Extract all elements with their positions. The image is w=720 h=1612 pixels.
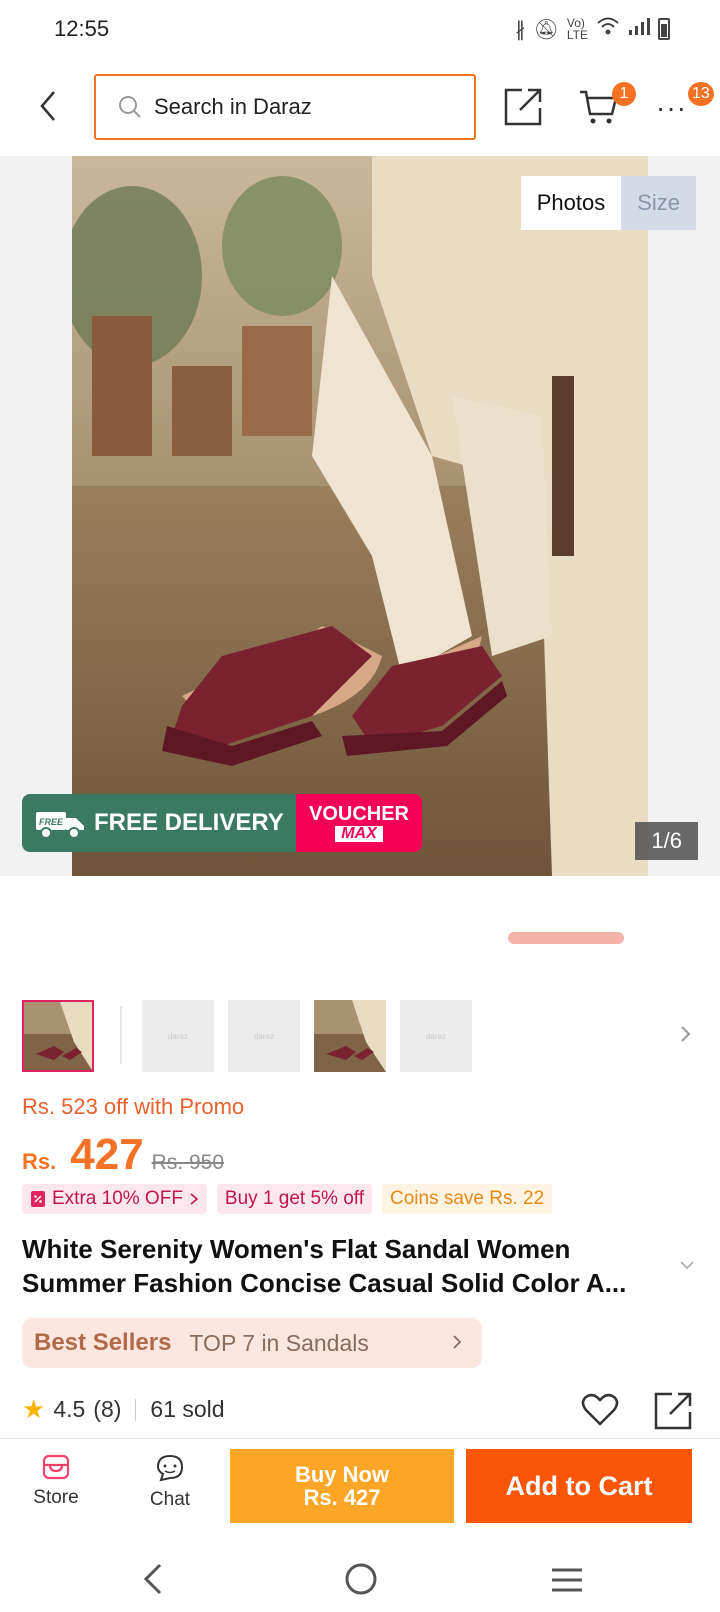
thumbnail-2[interactable]: daraz (142, 1000, 214, 1072)
coins-chip[interactable]: Coins save Rs. 22 (382, 1184, 553, 1214)
extra-off-text: Extra 10% OFF (52, 1188, 183, 1209)
product-share-button[interactable] (652, 1390, 694, 1432)
product-title[interactable]: White Serenity Women's Flat Sandal Women… (22, 1232, 668, 1300)
system-back-icon (143, 1563, 162, 1595)
battery-icon (658, 18, 670, 40)
product-image (72, 156, 648, 876)
buy-more-chip[interactable]: Buy 1 get 5% off (216, 1184, 372, 1214)
wishlist-button[interactable] (580, 1390, 620, 1430)
sold-count: 61 sold (150, 1396, 225, 1422)
thumbnail-5[interactable]: daraz (400, 1000, 472, 1072)
add-to-cart-button[interactable]: Add to Cart (466, 1449, 692, 1523)
promo-chips: Extra 10% OFF Buy 1 get 5% off Coins sav… (22, 1184, 553, 1214)
chevron-right-icon (681, 1026, 691, 1042)
promo-discount-text: Rs. 523 off with Promo (22, 1094, 245, 1119)
store-label: Store (33, 1487, 79, 1508)
bottom-action-bar: Store Chat Buy Now Rs. 427 Add to Cart (0, 1438, 720, 1538)
product-photo[interactable] (72, 156, 648, 876)
system-home-button[interactable] (344, 1562, 378, 1601)
back-button[interactable] (30, 86, 70, 126)
notification-count-badge: 13 (688, 82, 714, 106)
divider (135, 1398, 137, 1421)
mute-icon: 🔕︎ (533, 18, 559, 41)
share-icon (504, 88, 542, 126)
thumbnail-4[interactable] (314, 1000, 386, 1072)
thumbnail-divider (120, 1006, 122, 1064)
chat-icon (156, 1454, 184, 1482)
thumbnail-image (24, 1002, 92, 1070)
rating-row[interactable]: ★ 4.5 (8) 61 sold (22, 1394, 225, 1425)
voucher-icon (31, 1191, 45, 1207)
voucher-max-badge: VOUCHER MAX (296, 794, 422, 852)
volte-icon: Vo) LTE (566, 16, 588, 42)
thumbnail-1[interactable] (22, 1000, 94, 1072)
chevron-down-icon (680, 1261, 694, 1270)
status-bar: 12:55 ∦ 🔕︎ Vo) LTE (0, 0, 720, 56)
cart-count-badge: 1 (612, 82, 636, 106)
expand-title-button[interactable] (678, 1256, 696, 1274)
buy-now-price: Rs. 427 (303, 1485, 381, 1510)
coins-text: Coins save Rs. 22 (390, 1188, 545, 1209)
bluetooth-icon: ∦ (515, 18, 526, 41)
buy-more-text: Buy 1 get 5% off (224, 1188, 364, 1209)
free-delivery-text: FREE DELIVERY (94, 809, 284, 836)
currency-label: Rs. (22, 1149, 57, 1174)
back-arrow-icon (40, 91, 55, 121)
search-icon (119, 96, 141, 118)
share-icon (654, 1392, 692, 1430)
best-sellers-badge[interactable]: Best Sellers TOP 7 in Sandals (22, 1318, 482, 1368)
rating-value: 4.5 (53, 1396, 86, 1422)
tab-photos[interactable]: Photos (520, 176, 622, 230)
voucher-text: VOUCHER (308, 803, 409, 825)
more-options-button[interactable]: ··· (656, 92, 687, 124)
promo-banner: FREE FREE DELIVERY VOUCHER MAX (22, 794, 422, 852)
gallery-tabs: Photos Size (520, 176, 696, 230)
review-count: (8) (93, 1396, 122, 1422)
chevron-right-icon (453, 1335, 462, 1349)
best-sellers-label: Best Sellers (34, 1329, 172, 1356)
chat-label: Chat (149, 1489, 191, 1510)
system-nav-bar (0, 1548, 720, 1612)
buy-now-label: Buy Now (294, 1461, 390, 1487)
max-text: MAX (335, 826, 383, 842)
thumbnails-next-button[interactable] (676, 1024, 696, 1044)
thumbnail-strip: daraz daraz daraz (0, 998, 720, 1074)
store-button[interactable]: Store (16, 1453, 96, 1509)
system-menu-icon (552, 1568, 582, 1592)
price-row: Rs. 427 Rs. 950 (22, 1130, 224, 1180)
free-delivery-badge: FREE FREE DELIVERY (22, 794, 296, 852)
status-time: 12:55 (54, 16, 110, 41)
product-gallery[interactable]: Photos Size FREE FREE DELIVERY VOUCHER M… (0, 156, 720, 876)
thumbnail-3[interactable]: daraz (228, 1000, 300, 1072)
status-icons: ∦ 🔕︎ Vo) LTE (515, 16, 670, 42)
heart-icon (581, 1393, 619, 1426)
chevron-right-icon (190, 1193, 199, 1205)
tab-size[interactable]: Size (621, 176, 696, 230)
current-price: 427 (70, 1130, 144, 1179)
wifi-icon (596, 16, 620, 42)
system-back-button[interactable] (140, 1562, 166, 1601)
system-home-icon (345, 1563, 377, 1595)
system-menu-button[interactable] (550, 1566, 584, 1599)
search-placeholder: Search in Daraz (154, 94, 312, 119)
store-icon (42, 1454, 70, 1480)
best-sellers-rank: TOP 7 in Sandals (189, 1329, 369, 1356)
extra-off-chip[interactable]: Extra 10% OFF (22, 1184, 207, 1214)
signal-icon (628, 16, 650, 42)
image-counter: 1/6 (635, 822, 698, 860)
delivery-truck-icon: FREE (36, 812, 84, 839)
star-icon: ★ (22, 1394, 46, 1424)
original-price: Rs. 950 (151, 1151, 225, 1174)
free-tag: FREE (39, 817, 64, 827)
thumbnail-image (314, 1000, 386, 1072)
buy-now-button[interactable]: Buy Now Rs. 427 (230, 1449, 454, 1523)
share-button[interactable] (502, 86, 544, 128)
scroll-indicator (508, 932, 624, 944)
search-input[interactable]: Search in Daraz (94, 74, 476, 140)
top-nav: Search in Daraz ··· (0, 72, 720, 142)
chat-button[interactable]: Chat (130, 1453, 210, 1511)
